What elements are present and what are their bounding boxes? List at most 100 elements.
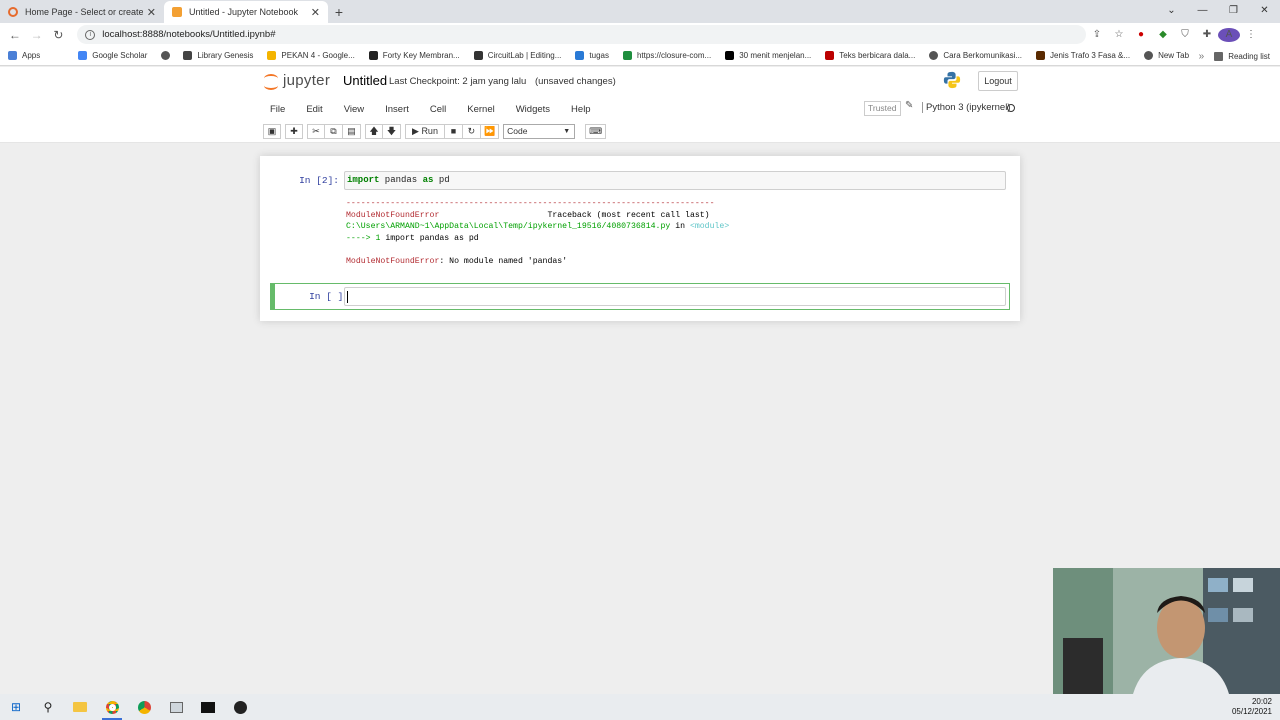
close-window-icon[interactable]: ✕ [1249, 0, 1280, 22]
menu-edit[interactable]: Edit [296, 104, 333, 115]
bookmark-closure[interactable]: https://closure-com... [622, 51, 711, 60]
bookmark-pekan[interactable]: PEKAN 4 - Google... [267, 51, 355, 60]
reading-list-button[interactable]: Reading list [1228, 52, 1270, 61]
kebab-menu-icon[interactable]: ⋮ [1240, 29, 1262, 40]
chrome-icon [105, 700, 119, 714]
pencil-icon[interactable]: ✎ [905, 100, 913, 111]
notebook-name[interactable]: Untitled [343, 73, 387, 88]
puzzle-icon[interactable]: ✚ [1196, 29, 1218, 40]
tab-title: Home Page - Select or create a n [25, 7, 143, 17]
teks-icon [825, 51, 835, 60]
bookmark-google-scholar[interactable]: Google Scholar [78, 51, 147, 60]
circuitlab-icon [473, 51, 483, 60]
tab-home-page[interactable]: Home Page - Select or create a n ✕ [0, 1, 164, 23]
bookmark-forty-key[interactable]: Forty Key Membran... [368, 51, 460, 60]
taskbar-terminal[interactable] [192, 694, 224, 720]
taskbar-chrome-2[interactable] [128, 694, 160, 720]
checkpoint-status: Last Checkpoint: 2 jam yang lalu (unsave… [389, 76, 616, 87]
kernel-name[interactable]: Python 3 (ipykernel) [922, 102, 1010, 113]
interrupt-button[interactable]: ■ [444, 123, 463, 139]
file-path: C:\Users\ARMAND~1\AppData\Local\Temp/ipy… [346, 222, 671, 231]
restart-button[interactable]: ↻ [462, 123, 481, 139]
bookmark-jenis-trafo[interactable]: Jenis Trafo 3 Fasa &... [1036, 51, 1130, 60]
move-down-button[interactable]: 🡇 [383, 123, 401, 139]
chevron-down-icon[interactable]: ⌄ [1156, 0, 1187, 22]
start-button[interactable]: ⊞ [0, 694, 32, 720]
windows-logo-icon: ⊞ [10, 700, 22, 714]
profile-avatar[interactable]: A [1218, 27, 1240, 42]
window-controls: ⌄ — ❐ ✕ [1156, 0, 1280, 22]
bookmark-30-menit[interactable]: 30 menit menjelan... [725, 51, 811, 60]
menu-insert[interactable]: Insert [375, 104, 420, 115]
move-up-button[interactable]: 🡅 [365, 123, 383, 139]
library-icon [183, 51, 193, 60]
menu-cell[interactable]: Cell [420, 104, 457, 115]
menu-help[interactable]: Help [561, 104, 602, 115]
tab-untitled-notebook[interactable]: Untitled - Jupyter Notebook ✕ [164, 1, 328, 23]
close-icon[interactable]: ✕ [147, 6, 156, 19]
extension-green-icon[interactable]: ◆ [1152, 29, 1174, 40]
drive-icon [267, 51, 277, 60]
cell-type-select[interactable]: Code ▼ [503, 123, 576, 139]
restart-icon: ↻ [467, 125, 476, 136]
info-icon[interactable]: i [85, 29, 96, 40]
jupyter-logo-icon [263, 71, 279, 90]
new-tab-button[interactable]: + [328, 1, 350, 23]
taskbar-app[interactable] [160, 694, 192, 720]
jupyter-logo[interactable]: jupyter [263, 71, 330, 90]
bookmark-teks[interactable]: Teks berbicara dala... [825, 51, 915, 60]
cut-button[interactable]: ✂ [307, 123, 325, 139]
menu-widgets[interactable]: Widgets [506, 104, 561, 115]
search-button[interactable]: ⚲ [32, 694, 64, 720]
close-icon[interactable]: ✕ [311, 6, 320, 19]
bookmark-apps[interactable]: Apps [8, 51, 40, 60]
chevron-down-icon: ▼ [563, 127, 571, 135]
command-palette-button[interactable]: ⌨ [585, 123, 607, 139]
address-bar-row: ← → ↻ i localhost:8888/notebooks/Untitle… [0, 23, 1280, 46]
menu-file[interactable]: File [260, 104, 296, 115]
copy-button[interactable]: ⧉ [325, 123, 343, 139]
system-clock[interactable]: 20:02 05/12/2021 [1232, 697, 1272, 717]
run-button[interactable]: ▶ Run [405, 123, 445, 139]
windows-taskbar: ⊞ ⚲ 20:02 05/12/2021 [0, 694, 1280, 720]
trusted-indicator[interactable]: Trusted [864, 101, 901, 116]
star-icon[interactable]: ☆ [1108, 29, 1130, 40]
globe-icon [161, 51, 171, 60]
code-cell-input[interactable]: import pandas as pd [344, 171, 1006, 190]
taskbar-obs[interactable] [224, 694, 256, 720]
restart-run-all-button[interactable]: ⏩ [480, 123, 500, 139]
closure-icon [622, 51, 632, 60]
url-input[interactable]: i localhost:8888/notebooks/Untitled.ipyn… [77, 25, 1086, 44]
back-icon[interactable]: ← [4, 28, 26, 42]
bookmark-cara[interactable]: Cara Berkomunikasi... [929, 51, 1022, 60]
reload-icon[interactable]: ↻ [48, 28, 70, 42]
forward-icon[interactable]: → [26, 28, 48, 42]
taskbar-file-explorer[interactable] [64, 694, 96, 720]
taskbar-chrome[interactable] [96, 694, 128, 720]
insert-cell-button[interactable]: ✚ [285, 123, 303, 139]
search-icon: ⚲ [43, 700, 53, 714]
extension-red-icon[interactable]: ● [1130, 29, 1152, 40]
shield-icon[interactable]: ⛉ [1174, 29, 1196, 40]
copy-icon: ⧉ [330, 125, 337, 136]
globe-icon [1144, 51, 1154, 60]
tugas-icon [575, 51, 585, 60]
code-cell-input-empty[interactable] [344, 287, 1006, 306]
scholar-icon [78, 51, 88, 60]
active-code-cell[interactable]: In [ ]: [270, 283, 1010, 310]
restore-icon[interactable]: ❐ [1218, 0, 1249, 22]
menu-kernel[interactable]: Kernel [457, 104, 505, 115]
logout-button[interactable]: Logout [978, 71, 1018, 91]
minimize-icon[interactable]: — [1187, 0, 1218, 22]
paste-button[interactable]: ▤ [343, 123, 361, 139]
bookmark-circuitlab[interactable]: CircuitLab | Editing... [473, 51, 561, 60]
chevron-right-icon[interactable]: » [1199, 51, 1205, 62]
folder-icon [73, 702, 87, 712]
bookmark-globe[interactable] [161, 51, 175, 60]
share-icon[interactable]: ⇪ [1086, 29, 1108, 40]
menu-view[interactable]: View [334, 104, 375, 115]
bookmark-library-genesis[interactable]: Library Genesis [183, 51, 253, 60]
bookmark-tugas[interactable]: tugas [575, 51, 609, 60]
bookmark-new-tab[interactable]: New Tab [1144, 51, 1189, 60]
save-button[interactable]: ▣ [263, 123, 281, 139]
